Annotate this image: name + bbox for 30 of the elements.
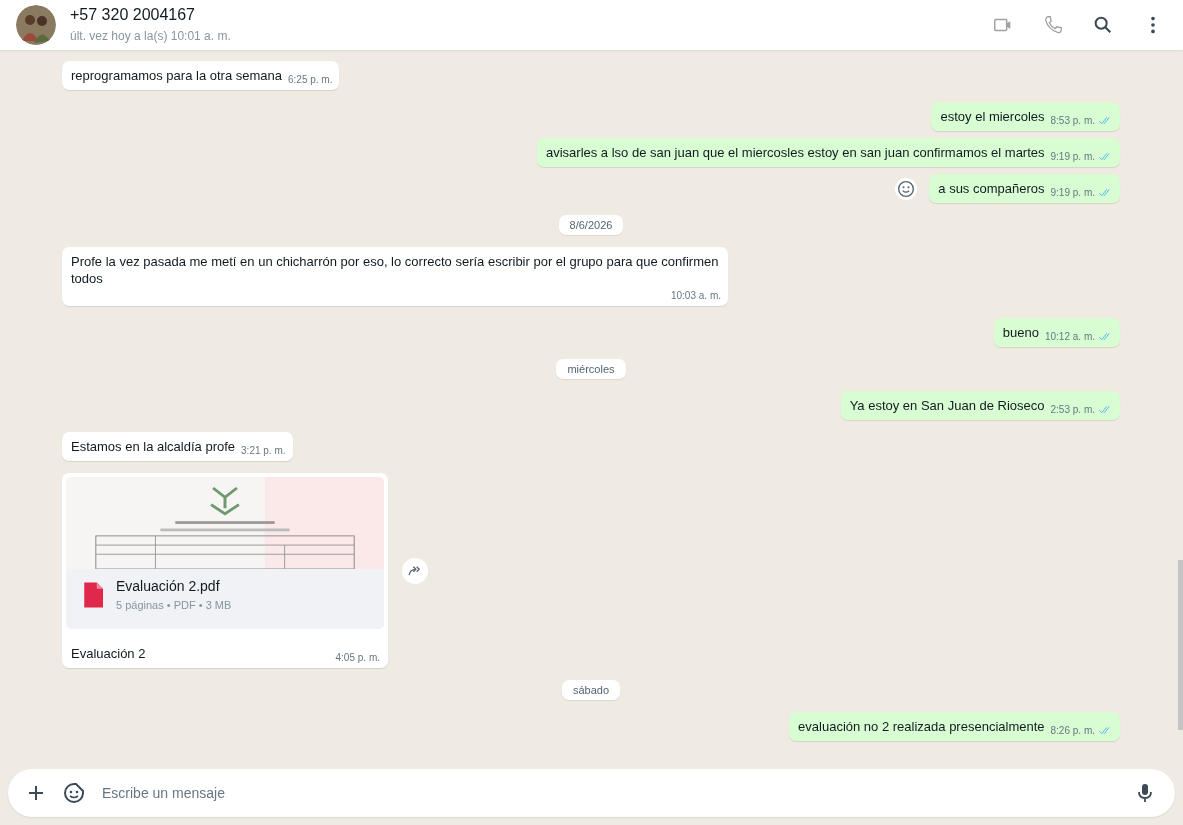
message-text: Estamos en la alcaldía profe <box>71 438 236 455</box>
file-info: 5 páginas • PDF • 3 MB <box>116 598 232 613</box>
message-time: 9:19 p. m. <box>1050 150 1095 164</box>
file-name: Evaluación 2.pdf <box>116 577 221 595</box>
message-time: 8:53 p. m. <box>1050 114 1095 128</box>
message-time: 2:53 p. m. <box>1050 403 1095 417</box>
message-text: Evaluación 2 <box>71 645 146 662</box>
message-text: bueno <box>1002 324 1039 341</box>
date-label: miércoles <box>556 359 626 379</box>
last-seen-status: últ. vez hoy a la(s) 10:01 a. m. <box>70 28 231 45</box>
message-text: avisarles a lso de san juan que el miercosles estoy en san juan confirmamos el martes <box>545 144 1045 161</box>
contact-name[interactable]: +57 320 2004167 <box>70 5 195 25</box>
message-composer[interactable]: Escribe un mensaje <box>8 769 1175 817</box>
message-time: 4:05 p. m. <box>335 651 380 665</box>
message-text: Ya estoy en San Juan de Rioseco <box>849 397 1045 414</box>
message-time: 8:26 p. m. <box>1050 724 1095 738</box>
file-attachment[interactable]: Evaluación 2.pdf 5 páginas • PDF • 3 MB <box>66 569 384 629</box>
message-time: 9:19 p. m. <box>1050 186 1095 200</box>
date-label: 8/6/2026 <box>558 215 624 235</box>
message-text: Profe la vez pasada me metí en un chicharrón por eso, lo correcto sería escribir por el grupo para que confirmen todos <box>71 253 720 287</box>
message-text: a sus compañeros <box>938 180 1045 197</box>
message-time: 3:21 p. m. <box>241 444 286 458</box>
message-time: 6:25 p. m. <box>288 73 333 87</box>
message-text: estoy el miercoles <box>940 108 1045 125</box>
message-input[interactable]: Escribe un mensaje <box>100 784 1119 802</box>
message-text: evaluación no 2 realizada presencialmente <box>798 718 1045 735</box>
message-time: 10:12 a. m. <box>1044 330 1095 344</box>
message-time: 10:03 a. m. <box>670 289 721 303</box>
date-label: sábado <box>561 680 621 700</box>
message-text: reprogramamos para la otra semana <box>71 67 282 84</box>
